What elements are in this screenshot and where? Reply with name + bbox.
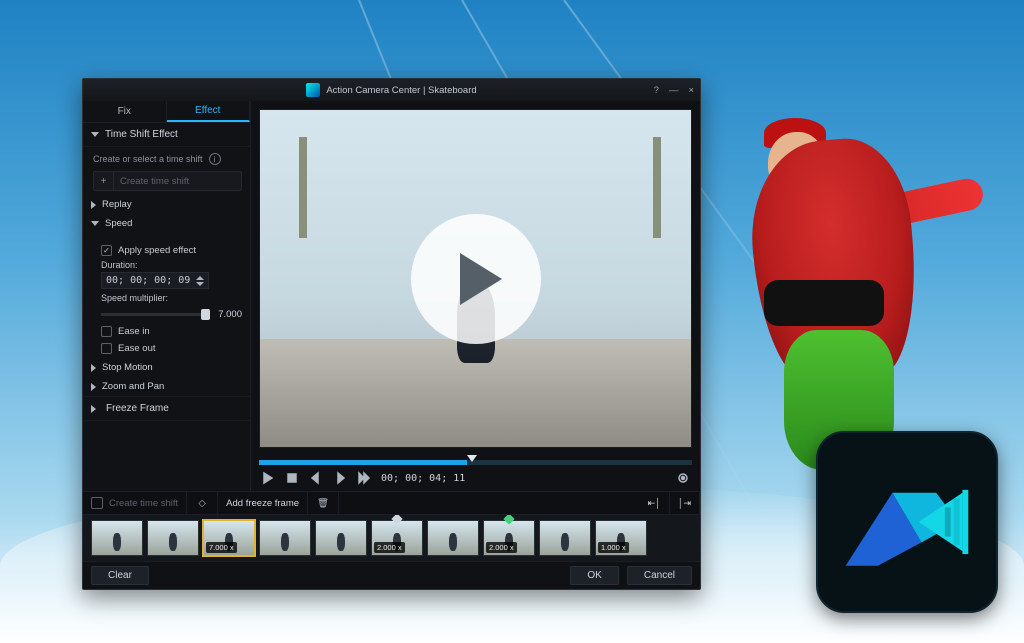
product-logo bbox=[816, 431, 998, 613]
next-frame-button[interactable] bbox=[333, 471, 347, 485]
mark-in-button[interactable]: ⇤│ bbox=[640, 492, 670, 514]
timeline-clip[interactable] bbox=[427, 520, 479, 556]
keyframe-marker[interactable] bbox=[503, 515, 514, 525]
timeline-clip[interactable] bbox=[539, 520, 591, 556]
section-stop-motion[interactable]: Stop Motion bbox=[83, 358, 250, 377]
sidebar-tabs: Fix Effect bbox=[83, 101, 250, 123]
prev-frame-button[interactable] bbox=[309, 471, 323, 485]
stop-button[interactable] bbox=[285, 471, 299, 485]
tab-fix[interactable]: Fix bbox=[83, 101, 167, 122]
clip-speed-badge: 7.000 x bbox=[206, 542, 237, 553]
timeline-clip[interactable] bbox=[91, 520, 143, 556]
sidebar: Fix Effect Time Shift Effect Create or s… bbox=[83, 101, 251, 491]
create-time-shift-button[interactable]: Create time shift bbox=[83, 492, 187, 514]
help-icon[interactable]: ? bbox=[654, 85, 659, 96]
info-icon[interactable]: i bbox=[209, 153, 221, 165]
ease-in-checkbox[interactable] bbox=[101, 326, 112, 337]
add-freeze-frame-button[interactable]: Add freeze frame bbox=[218, 492, 308, 514]
section-freeze-frame[interactable]: Freeze Frame bbox=[83, 396, 250, 421]
ok-button[interactable]: OK bbox=[570, 566, 618, 585]
timeline-clip[interactable] bbox=[259, 520, 311, 556]
tab-effect[interactable]: Effect bbox=[167, 101, 251, 122]
timeline-clip[interactable] bbox=[147, 520, 199, 556]
chevron-right-icon bbox=[91, 383, 96, 391]
transport-bar: 00; 00; 04; 11 bbox=[251, 465, 700, 491]
plus-icon bbox=[91, 497, 103, 509]
duration-stepper[interactable] bbox=[196, 276, 204, 286]
duration-field[interactable]: 00; 00; 00; 09 bbox=[101, 272, 209, 289]
marker-icon: ◇ bbox=[195, 496, 209, 510]
apply-speed-checkbox[interactable] bbox=[101, 245, 112, 256]
close-icon[interactable]: × bbox=[688, 85, 694, 96]
ease-in-label: Ease in bbox=[118, 326, 150, 337]
chevron-right-icon bbox=[91, 364, 96, 372]
clip-speed-badge: 1.000 x bbox=[598, 542, 629, 553]
section-speed[interactable]: Speed bbox=[83, 214, 250, 233]
editor-window: Action Camera Center | Skateboard ? — × … bbox=[82, 78, 701, 590]
timeline-clip[interactable]: 2.000 x bbox=[483, 520, 535, 556]
video-preview[interactable] bbox=[259, 109, 692, 448]
timeline-clip[interactable]: 2.000 x bbox=[371, 520, 423, 556]
scrubber-head[interactable] bbox=[467, 455, 477, 462]
chevron-down-icon bbox=[91, 221, 99, 226]
trash-icon: 🗑 bbox=[316, 496, 330, 510]
scrubber[interactable] bbox=[259, 460, 692, 465]
time-shift-hint: Create or select a time shift i bbox=[93, 153, 242, 165]
cancel-button[interactable]: Cancel bbox=[627, 566, 692, 585]
chevron-right-icon bbox=[91, 201, 96, 209]
apply-speed-label: Apply speed effect bbox=[118, 245, 196, 256]
duration-value: 00; 00; 00; 09 bbox=[106, 275, 190, 286]
chevron-down-icon bbox=[91, 132, 99, 137]
section-replay[interactable]: Replay bbox=[83, 195, 250, 214]
play-button[interactable] bbox=[261, 471, 275, 485]
chevron-right-icon bbox=[91, 405, 100, 413]
timecode-display: 00; 00; 04; 11 bbox=[381, 473, 465, 484]
timeline-clip[interactable]: 1.000 x bbox=[595, 520, 647, 556]
multiplier-slider[interactable] bbox=[101, 313, 210, 316]
freeze-marker-button[interactable]: ◇ bbox=[187, 492, 218, 514]
app-icon bbox=[306, 83, 320, 97]
window-title: Action Camera Center | Skateboard bbox=[326, 85, 476, 96]
timeline-clip[interactable]: 7.000 x bbox=[203, 520, 255, 556]
timeline-clip[interactable] bbox=[315, 520, 367, 556]
section-zoom-pan[interactable]: Zoom and Pan bbox=[83, 377, 250, 396]
settings-gear-icon[interactable] bbox=[676, 471, 690, 485]
section-title: Time Shift Effect bbox=[105, 129, 178, 140]
clip-speed-badge: 2.000 x bbox=[486, 542, 517, 553]
preview-panel: 00; 00; 04; 11 bbox=[251, 101, 700, 491]
keyframe-marker[interactable] bbox=[391, 515, 402, 525]
minimize-icon[interactable]: — bbox=[669, 85, 679, 96]
timeline[interactable]: 7.000 x 2.000 x 2.000 x 1.000 x bbox=[83, 515, 700, 561]
duration-label: Duration: bbox=[101, 260, 242, 270]
footer-bar: Clear OK Cancel bbox=[83, 561, 700, 589]
slider-knob[interactable] bbox=[201, 309, 210, 320]
fast-forward-button[interactable] bbox=[357, 471, 371, 485]
clear-button[interactable]: Clear bbox=[91, 566, 149, 585]
section-time-shift[interactable]: Time Shift Effect bbox=[83, 123, 250, 147]
delete-button[interactable]: 🗑 bbox=[308, 492, 339, 514]
clip-speed-badge: 2.000 x bbox=[374, 542, 405, 553]
mark-out-button[interactable]: │⇥ bbox=[670, 492, 700, 514]
ease-out-label: Ease out bbox=[118, 343, 156, 354]
play-overlay-button[interactable] bbox=[411, 214, 541, 344]
play-icon bbox=[460, 253, 502, 305]
titlebar[interactable]: Action Camera Center | Skateboard ? — × bbox=[83, 79, 700, 101]
timeline-toolbar: Create time shift ◇ Add freeze frame 🗑 ⇤… bbox=[83, 491, 700, 515]
multiplier-label: Speed multiplier: bbox=[101, 293, 242, 303]
create-time-shift-button[interactable]: + Create time shift bbox=[93, 171, 242, 191]
plus-icon: + bbox=[94, 172, 114, 190]
ease-out-checkbox[interactable] bbox=[101, 343, 112, 354]
multiplier-value: 7.000 bbox=[218, 309, 242, 320]
